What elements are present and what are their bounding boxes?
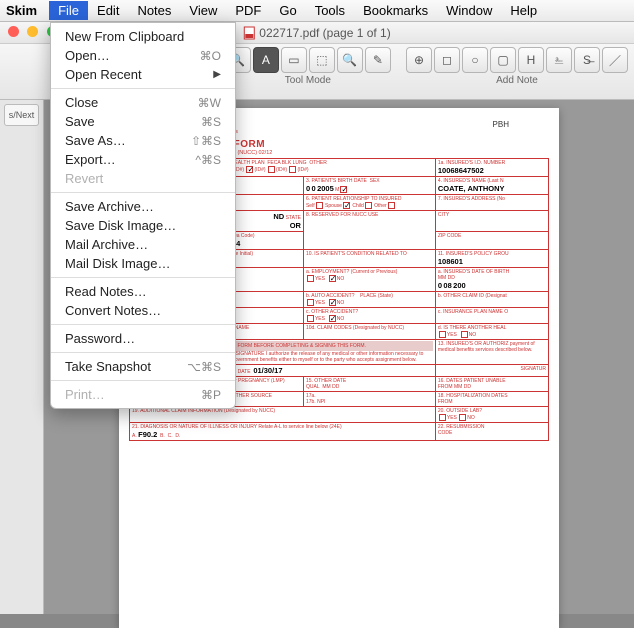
menuitem-export[interactable]: Export…^⌘S [51,150,235,169]
box11d: d. IS THERE ANOTHER HEALYES NO [435,324,548,340]
menu-go[interactable]: Go [270,1,305,20]
box8: 8. RESERVED FOR NUCC USE [303,211,435,250]
menu-bookmarks[interactable]: Bookmarks [354,1,437,20]
tool-highlight-button[interactable]: ✎ [365,47,391,73]
box3: 3. PATIENT'S BIRTH DATE SEX0 0 2005 M [303,177,435,195]
menu-view[interactable]: View [180,1,226,20]
sidebar: s/Next [0,100,44,614]
box4: 4. INSURED'S NAME (Last NCOATE, ANTHONY [435,177,548,195]
menuitem-revert: Revert [51,169,235,188]
menuitem-save-disk-image[interactable]: Save Disk Image… [51,216,235,235]
box1a: 1a. INSURED'S I.D. NUMBER10068647502 [435,159,548,177]
menuitem-convert-notes[interactable]: Convert Notes… [51,301,235,320]
box10a: a. EMPLOYMENT? (Current or Previous)YES … [303,268,435,292]
pdf-icon [243,26,255,40]
menu-help[interactable]: Help [501,1,546,20]
box11: 11. INSURED'S POLICY GROU108601 [435,250,548,268]
menuitem-read-notes[interactable]: Read Notes… [51,282,235,301]
menuitem-save[interactable]: Save⌘S [51,112,235,131]
addnote-text-button[interactable]: ◻ [434,47,460,73]
menuitem-password[interactable]: Password… [51,329,235,348]
corner-code: PBH [493,120,509,129]
box7c: ZIP CODE [435,232,548,250]
menu-tools[interactable]: Tools [306,1,354,20]
menu-edit[interactable]: Edit [88,1,128,20]
addnote-box-button[interactable]: ▢ [490,47,516,73]
menuitem-save-as[interactable]: Save As…⇧⌘S [51,131,235,150]
addnote-underline-button[interactable]: ⎁ [546,47,572,73]
tool-select-button[interactable]: ⬚ [309,47,335,73]
box21: 21. DIAGNOSIS OR NATURE OF ILLNESS OR IN… [130,423,436,441]
menuitem-open[interactable]: Open…⌘O [51,46,235,65]
close-window-button[interactable] [8,26,19,37]
box16: 16. DATES PATIENT UNABLEFROM MM DD [435,377,548,392]
tool-text-button[interactable]: A [253,47,279,73]
box11c: c. INSURANCE PLAN NAME O [435,308,548,324]
box13sig: SIGNATUR [435,365,548,377]
menu-pdf[interactable]: PDF [226,1,270,20]
prev-next-button[interactable]: s/Next [4,104,39,126]
box10d: 10d. CLAIM CODES (Designated by NUCC) [303,324,435,340]
box10: 10. IS PATIENT'S CONDITION RELATED TO [303,250,435,268]
menuitem-mail-disk-image[interactable]: Mail Disk Image… [51,254,235,273]
addnote-circle-button[interactable]: ○ [462,47,488,73]
app-name: Skim [6,3,37,18]
menu-window[interactable]: Window [437,1,501,20]
add-note-label: Add Note [496,75,538,86]
tool-move-button[interactable]: ▭ [281,47,307,73]
box11a: a. INSURED'S DATE OF BIRTHMM DD0 08 200 [435,268,548,292]
minimize-window-button[interactable] [27,26,38,37]
box7b: CITY [435,211,548,232]
box10b: b. AUTO ACCIDENT? PLACE (State)YES NO [303,292,435,308]
addnote-anchored-button[interactable]: ⊕ [406,47,432,73]
box13: 13. INSURED'S OR AUTHORIZ payment of med… [435,340,548,365]
box20: 20. OUTSIDE LAB?YES NO [435,407,548,423]
menuitem-print: Print…⌘P [51,385,235,404]
file-menu-dropdown: New From Clipboard Open…⌘O Open Recent▶ … [50,22,236,409]
chevron-right-icon: ▶ [213,69,221,80]
menuitem-new-from-clipboard[interactable]: New From Clipboard [51,27,235,46]
tool-mode-label: Tool Mode [285,75,331,86]
menubar: Skim File Edit Notes View PDF Go Tools B… [0,0,634,22]
box17ab: 17a.17b. NPI [303,392,435,407]
box11b: b. OTHER CLAIM ID (Designat [435,292,548,308]
menuitem-save-archive[interactable]: Save Archive… [51,197,235,216]
box7: 7. INSURED'S ADDRESS (No [435,195,548,211]
menu-file[interactable]: File [49,1,88,20]
addnote-line-button[interactable]: ／ [602,47,628,73]
addnote-strike-button[interactable]: S̶ [574,47,600,73]
box15: 15. OTHER DATEQUAL MM DD [303,377,435,392]
box18: 18. HOSPITALIZATION DATESFROM [435,392,548,407]
menuitem-close[interactable]: Close⌘W [51,93,235,112]
addnote-highlight-button[interactable]: H [518,47,544,73]
box19: 19. ADDITIONAL CLAIM INFORMATION (Design… [130,407,436,423]
box6: 6. PATIENT RELATIONSHIP TO INSUREDSelf S… [303,195,435,211]
menuitem-take-snapshot[interactable]: Take Snapshot⌥⌘S [51,357,235,376]
menuitem-open-recent[interactable]: Open Recent▶ [51,65,235,84]
tool-magnify-button[interactable]: 🔍 [337,47,363,73]
menu-notes[interactable]: Notes [128,1,180,20]
document-title: 022717.pdf (page 1 of 1) [243,26,390,40]
box22: 22. RESUBMISSIONCODE [435,423,548,441]
box10c: c. OTHER ACCIDENT?YES NO [303,308,435,324]
menuitem-mail-archive[interactable]: Mail Archive… [51,235,235,254]
